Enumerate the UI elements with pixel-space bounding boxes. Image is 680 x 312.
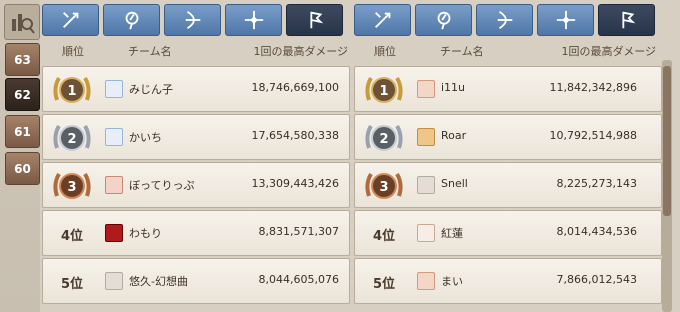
- rank-number: 2: [379, 132, 388, 147]
- rank-number: 3: [67, 180, 76, 195]
- team-emblem-icon: [417, 272, 435, 290]
- tab-cross[interactable]: [537, 4, 594, 36]
- table-header: 順位 チーム名 1回の最高ダメージ: [42, 38, 350, 60]
- damage-value: 17,654,580,338: [251, 129, 339, 142]
- ranking-row[interactable]: 5位 まい 7,866,012,543: [354, 258, 662, 304]
- damage-value: 8,225,273,143: [556, 177, 637, 190]
- team-emblem-icon: [417, 224, 435, 242]
- rank-number: 1: [67, 84, 76, 99]
- bow-icon: [185, 10, 200, 30]
- ranking-row[interactable]: 4位 わもり 8,831,571,307: [42, 210, 350, 256]
- team-name: まい: [441, 275, 463, 288]
- header-rank: 順位: [62, 45, 84, 58]
- team-name: 悠久-幻想曲: [129, 275, 188, 288]
- team-emblem-icon: [105, 80, 123, 98]
- tab-bow[interactable]: [164, 4, 221, 36]
- cross-icon: [556, 10, 575, 30]
- damage-value: 18,746,669,100: [251, 81, 339, 94]
- scrollbar[interactable]: [662, 60, 672, 312]
- rank-label: 5位: [373, 277, 396, 292]
- level-tab-62[interactable]: 62: [5, 78, 40, 111]
- gold-laurel-icon: 1: [53, 76, 91, 103]
- header-team: チーム名: [128, 45, 172, 58]
- ranking-panel-left: 順位 チーム名 1回の最高ダメージ 1 みじん子 18,746,669,100 …: [40, 0, 352, 312]
- sword-icon: [374, 12, 390, 28]
- banner-icon: [309, 11, 323, 29]
- team-name: わもり: [129, 227, 162, 240]
- gold-laurel-icon: 1: [365, 76, 403, 103]
- ranking-row[interactable]: 2 Roar 10,792,514,988: [354, 114, 662, 160]
- level-tab-63[interactable]: 63: [5, 43, 40, 76]
- category-tabs: [42, 4, 343, 36]
- team-name: Roar: [441, 129, 467, 142]
- team-name: かいち: [129, 131, 162, 144]
- team-emblem-icon: [105, 224, 123, 242]
- team-emblem-icon: [417, 176, 435, 194]
- damage-value: 10,792,514,988: [549, 129, 637, 142]
- damage-value: 8,014,434,536: [556, 225, 637, 238]
- team-name: Snell: [441, 177, 468, 190]
- rank-label: 4位: [373, 229, 396, 244]
- tab-sword[interactable]: [42, 4, 99, 36]
- team-name: ぼってりっぷ: [129, 179, 195, 192]
- silver-laurel-icon: 2: [365, 124, 403, 151]
- ranking-chart-icon[interactable]: [4, 4, 40, 40]
- level-rail: 63 62 61 60: [0, 0, 40, 312]
- level-tab-60[interactable]: 60: [5, 152, 40, 185]
- team-emblem-icon: [417, 80, 435, 98]
- category-tabs: [354, 4, 655, 36]
- magic-icon: [125, 11, 138, 30]
- tab-cross[interactable]: [225, 4, 282, 36]
- team-emblem-icon: [105, 272, 123, 290]
- header-rank: 順位: [374, 45, 396, 58]
- header-damage: 1回の最高ダメージ: [561, 45, 656, 58]
- team-emblem-icon: [105, 176, 123, 194]
- tab-magic[interactable]: [415, 4, 472, 36]
- team-emblem-icon: [417, 128, 435, 146]
- banner-icon: [621, 11, 635, 29]
- team-name: 紅蓮: [441, 227, 463, 240]
- rank-number: 1: [379, 84, 388, 99]
- rank-label: 5位: [61, 277, 84, 292]
- level-tab-61[interactable]: 61: [5, 115, 40, 148]
- bronze-laurel-icon: 3: [365, 172, 403, 199]
- tab-bow[interactable]: [476, 4, 533, 36]
- sword-icon: [62, 12, 78, 28]
- tab-sword[interactable]: [354, 4, 411, 36]
- damage-value: 13,309,443,426: [251, 177, 339, 190]
- team-name: みじん子: [129, 83, 173, 96]
- tab-banner[interactable]: [598, 4, 655, 36]
- damage-value: 8,044,605,076: [258, 273, 339, 286]
- ranking-row[interactable]: 1 i11u 11,842,342,896: [354, 66, 662, 112]
- ranking-row[interactable]: 1 みじん子 18,746,669,100: [42, 66, 350, 112]
- cross-icon: [244, 10, 263, 30]
- ranking-row[interactable]: 4位 紅蓮 8,014,434,536: [354, 210, 662, 256]
- ranking-row[interactable]: 2 かいち 17,654,580,338: [42, 114, 350, 160]
- ranking-panel-right: 順位 チーム名 1回の最高ダメージ 1 i11u 11,842,342,896 …: [352, 0, 664, 312]
- ranking-row[interactable]: 3 Snell 8,225,273,143: [354, 162, 662, 208]
- tab-banner[interactable]: [286, 4, 343, 36]
- team-emblem-icon: [105, 128, 123, 146]
- bow-icon: [497, 10, 512, 30]
- rank-number: 3: [379, 180, 388, 195]
- team-name: i11u: [441, 81, 466, 94]
- tab-magic[interactable]: [103, 4, 160, 36]
- damage-value: 8,831,571,307: [258, 225, 339, 238]
- magic-icon: [437, 11, 450, 30]
- scroll-thumb[interactable]: [663, 66, 671, 216]
- rank-label: 4位: [61, 229, 84, 244]
- damage-value: 11,842,342,896: [549, 81, 637, 94]
- ranking-row[interactable]: 3 ぼってりっぷ 13,309,443,426: [42, 162, 350, 208]
- table-header: 順位 チーム名 1回の最高ダメージ: [354, 38, 662, 60]
- silver-laurel-icon: 2: [53, 124, 91, 151]
- bronze-laurel-icon: 3: [53, 172, 91, 199]
- rank-number: 2: [67, 132, 76, 147]
- ranking-row[interactable]: 5位 悠久-幻想曲 8,044,605,076: [42, 258, 350, 304]
- header-damage: 1回の最高ダメージ: [253, 45, 348, 58]
- damage-value: 7,866,012,543: [556, 273, 637, 286]
- header-team: チーム名: [440, 45, 484, 58]
